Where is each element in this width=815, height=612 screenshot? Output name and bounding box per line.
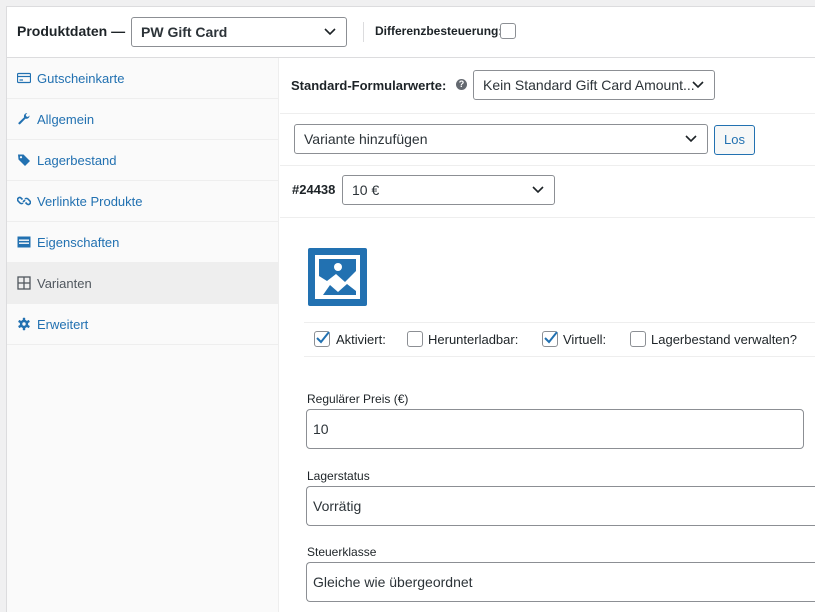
wrench-icon (18, 113, 30, 125)
tab-gift-card[interactable]: Gutscheinkarte (7, 58, 279, 99)
product-data-header: Produktdaten — PW Gift Card Differenzbes… (7, 7, 815, 58)
variations-panel: Standard-Formularwerte: ? Kein Standard … (280, 58, 815, 612)
virtual-label: Virtuell: (563, 332, 607, 347)
variation-actions-row: Variante hinzufügen Los (280, 114, 815, 166)
list-icon (17, 236, 31, 248)
help-icon[interactable]: ? (456, 79, 467, 90)
variation-id: #24438 (292, 182, 336, 197)
tax-class-select[interactable]: Gleiche wie übergeordnet (306, 562, 815, 602)
default-form-values-label: Standard-Formularwerte: (291, 78, 447, 93)
downloadable-label: Herunterladbar: (428, 332, 519, 347)
chevron-down-icon (692, 81, 704, 89)
differential-tax-label: Differenzbesteuerung: (375, 24, 503, 38)
variation-action-select[interactable]: Variante hinzufügen (294, 124, 708, 154)
product-data-title: Produktdaten — (17, 23, 126, 39)
tab-general[interactable]: Allgemein (7, 99, 279, 140)
tab-label: Varianten (37, 276, 92, 291)
chevron-down-icon (532, 186, 544, 194)
regular-price-value: 10 (313, 421, 329, 437)
stock-status-label: Lagerstatus (307, 469, 370, 483)
product-data-tabs: Gutscheinkarte Allgemein Lagerbestand Ve… (7, 58, 279, 612)
product-type-select[interactable]: PW Gift Card (131, 17, 347, 47)
variation-action-value: Variante hinzufügen (304, 131, 428, 147)
tab-variations[interactable]: Varianten (7, 263, 279, 304)
regular-price-label: Regulärer Preis (€) (307, 392, 409, 406)
default-amount-select[interactable]: Kein Standard Gift Card Amount... (473, 70, 715, 100)
chevron-down-icon (324, 28, 336, 36)
check-icon (544, 331, 558, 344)
virtual-checkbox[interactable] (542, 331, 558, 347)
grid-icon (17, 276, 31, 290)
tab-inventory[interactable]: Lagerbestand (7, 140, 279, 181)
product-data-panel: Produktdaten — PW Gift Card Differenzbes… (6, 6, 815, 612)
tab-attributes[interactable]: Eigenschaften (7, 222, 279, 263)
downloadable-checkbox[interactable] (407, 331, 423, 347)
header-divider (363, 22, 364, 42)
tag-icon (18, 154, 30, 166)
tab-advanced[interactable]: Erweitert (7, 304, 279, 345)
manage-stock-label: Lagerbestand verwalten? (651, 332, 797, 347)
stock-status-select[interactable]: Vorrätig (306, 486, 815, 526)
variation-body: Aktiviert: Herunterladbar: Virtuell: Lag… (280, 218, 815, 612)
differential-tax-checkbox[interactable] (500, 23, 516, 39)
tax-class-value: Gleiche wie übergeordnet (313, 574, 473, 590)
tab-label: Eigenschaften (37, 235, 120, 250)
tab-linked-products[interactable]: Verlinkte Produkte (7, 181, 279, 222)
manage-stock-checkbox[interactable] (630, 331, 646, 347)
variation-amount-select[interactable]: 10 € (342, 175, 555, 205)
enabled-checkbox[interactable] (314, 331, 330, 347)
link-icon (17, 196, 31, 206)
image-placeholder-icon[interactable] (308, 248, 367, 306)
tab-label: Allgemein (37, 112, 95, 127)
variation-amount-value: 10 € (352, 182, 380, 198)
go-button[interactable]: Los (714, 125, 755, 155)
tab-label: Lagerbestand (37, 153, 117, 168)
enabled-label: Aktiviert: (336, 332, 386, 347)
stock-status-value: Vorrätig (313, 498, 362, 514)
tab-label: Verlinkte Produkte (37, 194, 143, 209)
check-icon (316, 331, 330, 344)
tab-label: Erweitert (37, 317, 89, 332)
regular-price-input[interactable]: 10 (306, 409, 804, 449)
default-form-values-row: Standard-Formularwerte: ? Kein Standard … (280, 58, 815, 114)
gift-card-icon (17, 72, 31, 84)
gear-icon (18, 317, 30, 331)
tax-class-label: Steuerklasse (307, 545, 377, 559)
tab-label: Gutscheinkarte (37, 71, 125, 86)
product-type-value: PW Gift Card (141, 24, 228, 40)
variation-header[interactable]: #24438 10 € (280, 166, 815, 218)
chevron-down-icon (685, 135, 697, 143)
default-amount-value: Kein Standard Gift Card Amount... (483, 77, 695, 93)
